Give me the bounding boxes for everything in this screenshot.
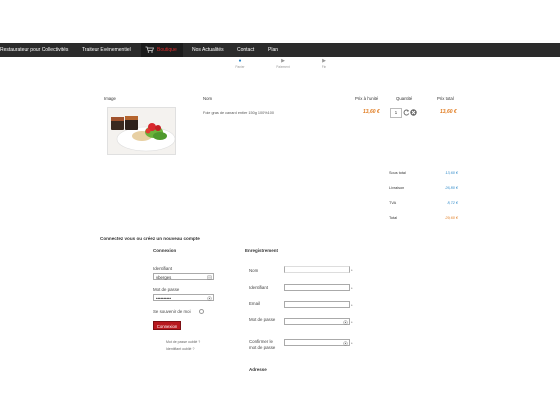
register-name-label: Nom — [249, 268, 259, 273]
username-label: Identifiant — [153, 266, 173, 271]
remember-me-label: Se souvenir de moi — [153, 309, 191, 314]
col-header-unit-price: Prix à l'unité — [355, 96, 379, 101]
register-email-label: Email — [249, 301, 260, 306]
shopping-cart-icon — [145, 46, 154, 53]
address-title: Adresse — [249, 367, 267, 372]
nav-item-boutique[interactable]: Boutique — [141, 43, 183, 57]
foie-gras-photo — [108, 108, 175, 154]
password-label: Mot de passe — [153, 287, 180, 292]
main-nav: Restaurateur pour Collectivités Traiteur… — [0, 43, 560, 57]
col-header-quantity: Quantité — [396, 96, 413, 101]
username-input[interactable]: vberges — [153, 273, 214, 280]
col-header-name: Nom — [203, 96, 213, 101]
register-username-input[interactable] — [284, 284, 350, 291]
step-label: Panier — [235, 65, 245, 69]
key-icon — [343, 340, 348, 346]
step-panier: ● Panier — [225, 58, 255, 69]
step-fin: ▶ Fin — [309, 58, 339, 69]
register-confirm-password-input[interactable] — [284, 339, 350, 346]
step-arrow-icon: ▶ — [322, 58, 326, 64]
summary-value: 8,72 € — [447, 201, 458, 205]
nav-item-actualites[interactable]: Nos Actualités — [192, 43, 232, 57]
nav-item-traiteur[interactable]: Traiteur Evénementiel — [82, 43, 134, 57]
key-icon — [207, 295, 212, 301]
forgot-password-link[interactable]: Mot de passe oublié ? — [166, 340, 200, 344]
remove-icon[interactable] — [410, 109, 417, 116]
register-name-input[interactable] — [284, 266, 350, 273]
step-label: Fin — [321, 65, 327, 69]
step-current-dot-icon: ● — [238, 58, 242, 64]
required-mark: * — [351, 303, 353, 308]
login-title: Connexion — [153, 248, 177, 253]
product-total-price: 13,60 € — [440, 109, 457, 115]
checkout-steps: ● Panier ▶ Paiement ▶ Fin — [0, 58, 560, 78]
quantity-input[interactable]: 1 — [390, 108, 402, 118]
step-label: Paiement — [276, 65, 290, 69]
password-input[interactable]: •••••••••• — [153, 294, 214, 301]
required-mark: * — [351, 286, 353, 291]
product-unit-price: 13,60 € — [363, 109, 380, 115]
summary-value: 26,80 € — [445, 186, 458, 190]
product-image[interactable] — [107, 107, 176, 155]
required-mark: * — [351, 341, 353, 346]
summary-label: Livraison — [389, 186, 405, 190]
header-band — [0, 0, 560, 43]
summary-label: TVA — [389, 201, 397, 205]
nav-item-label: Restaurateur pour Collectivités — [0, 47, 69, 53]
username-value: vberges — [156, 275, 172, 280]
nav-item-label: Plan — [268, 47, 279, 53]
nav-item-plan[interactable]: Plan — [268, 43, 282, 57]
keyboard-icon — [207, 275, 212, 279]
product-name[interactable]: Foie gras de canard entier 150g 100%100 — [203, 111, 274, 115]
register-email-input[interactable] — [284, 301, 350, 308]
nav-item-restaurateur[interactable]: Restaurateur pour Collectivités — [0, 43, 72, 57]
col-header-image: Image — [104, 96, 116, 101]
register-password-label: Mot de passe — [249, 317, 276, 322]
account-section-title: Connectez vous ou créez un nouveau compt… — [100, 236, 200, 241]
summary-value: 13,60 € — [445, 171, 458, 175]
nav-item-label: Nos Actualités — [192, 47, 224, 53]
col-header-total-price: Prix total — [437, 96, 454, 101]
footer-band — [0, 376, 560, 420]
register-username-label: Identifiant — [249, 285, 269, 290]
forgot-username-link[interactable]: Identifiant oublié ? — [166, 347, 194, 351]
nav-item-label: Traiteur Evénementiel — [82, 47, 131, 53]
register-password-input[interactable] — [284, 318, 350, 325]
remember-me-checkbox[interactable] — [199, 309, 204, 314]
login-button[interactable]: Connexion — [153, 321, 181, 330]
register-confirm-password-label: Confirmer le mot de passe — [249, 339, 276, 350]
required-mark: * — [351, 268, 353, 273]
step-arrow-icon: ▶ — [281, 58, 285, 64]
nav-item-contact[interactable]: Contact — [237, 43, 259, 57]
key-icon — [343, 319, 348, 325]
refresh-icon[interactable] — [403, 109, 410, 116]
password-value: •••••••••• — [156, 296, 172, 301]
register-title: Enregistrement — [245, 248, 279, 253]
step-paiement: ▶ Paiement — [268, 58, 298, 69]
summary-value: 29,60 € — [445, 216, 458, 220]
nav-item-label: Boutique — [157, 47, 177, 53]
nav-item-label: Contact — [237, 47, 255, 53]
summary-label: Total — [389, 216, 398, 220]
summary-label: Sous total — [389, 171, 406, 175]
required-mark: * — [351, 320, 353, 325]
